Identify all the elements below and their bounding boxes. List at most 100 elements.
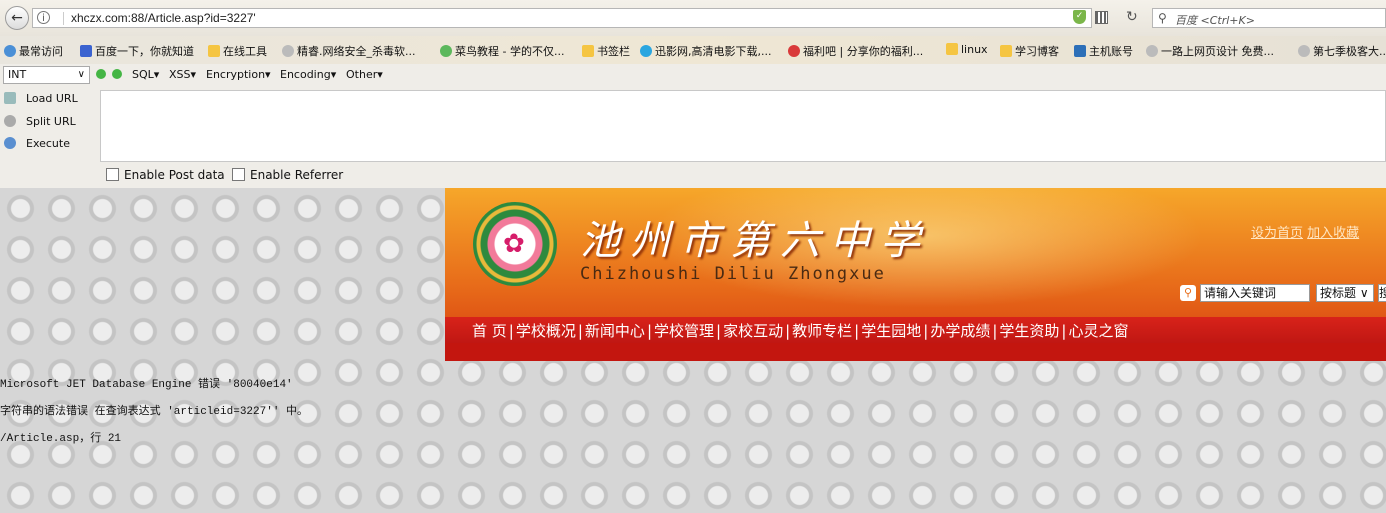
nav-separator: | xyxy=(854,322,860,340)
qr-code-icon[interactable] xyxy=(1095,11,1108,24)
execute-button[interactable]: Execute xyxy=(4,137,70,150)
nav-items: 首 页 | 学校概况 | 新闻中心 | 学校管理 | 家校互动 | 教师专栏 | 学生园地 | 办学成绩 | 学… xyxy=(472,320,1128,341)
flower-icon: ✿ xyxy=(503,229,525,259)
bookmark-label: 百度一下，你就知道 xyxy=(95,45,194,58)
bookmark-folder[interactable]: 书签栏 xyxy=(582,43,630,59)
info-icon[interactable]: i xyxy=(37,11,50,24)
sql-menu[interactable]: SQL▾ xyxy=(132,68,159,81)
url-text[interactable]: xhczx.com:88/Article.asp?id=3227' xyxy=(71,11,256,25)
site-search-input[interactable]: 请输入关键词 xyxy=(1200,284,1310,302)
nav-separator: | xyxy=(1061,322,1067,340)
nav-item[interactable]: 首 页 xyxy=(472,322,507,340)
bookmark-item[interactable]: 福利吧 | 分享你的福利... xyxy=(788,43,923,59)
plus-icon[interactable] xyxy=(112,69,122,79)
bookmark-label: 学习博客 xyxy=(1015,45,1059,58)
runoob-icon xyxy=(440,45,452,57)
search-placeholder[interactable]: 百度 <Ctrl+K> xyxy=(1175,12,1255,28)
folder-icon xyxy=(208,45,220,57)
url-divider xyxy=(63,12,64,25)
address-bar[interactable]: i xhczx.com:88/Article.asp?id=3227' xyxy=(32,8,1092,28)
mode-value: INT xyxy=(8,68,27,81)
shield-icon[interactable]: ✓ xyxy=(1073,10,1086,24)
execute-label: Execute xyxy=(26,137,70,150)
bookmark-item[interactable]: 精睿.网络安全_杀毒软... xyxy=(282,43,416,59)
bookmark-label: 最常访问 xyxy=(19,45,63,58)
nav-item[interactable]: 学校管理 xyxy=(654,322,714,340)
nav-bottom-strip xyxy=(445,343,1386,361)
school-name: 池州市第六中学 xyxy=(580,218,930,264)
mode-select[interactable]: INT ∨ xyxy=(3,66,90,84)
nav-separator: | xyxy=(508,322,514,340)
folder-icon xyxy=(582,45,594,57)
encoding-menu[interactable]: Encoding▾ xyxy=(280,68,336,81)
search-mode-select[interactable]: 按标题 ∨ xyxy=(1316,284,1374,302)
nav-separator: | xyxy=(923,322,929,340)
bookmark-icon xyxy=(4,45,16,57)
minus-icon[interactable] xyxy=(96,69,106,79)
nav-item[interactable]: 新闻中心 xyxy=(585,322,645,340)
bookmark-item[interactable]: 第七季极客大... xyxy=(1298,43,1386,59)
site-search-button[interactable]: 搜 xyxy=(1378,284,1386,302)
reload-button[interactable]: ↻ xyxy=(1126,9,1138,25)
encryption-menu[interactable]: Encryption▾ xyxy=(206,68,271,81)
hackbar-url-textarea[interactable] xyxy=(100,90,1386,162)
split-url-button[interactable]: Split URL xyxy=(4,115,76,128)
folder-icon xyxy=(1000,45,1012,57)
split-url-label: Split URL xyxy=(26,115,76,128)
load-icon xyxy=(4,92,16,104)
play-icon xyxy=(640,45,652,57)
nav-item[interactable]: 心灵之窗 xyxy=(1068,322,1128,340)
bookmark-label: 主机账号 xyxy=(1089,45,1133,58)
school-pinyin: Chizhoushi Diliu Zhongxue xyxy=(580,264,886,284)
top-links: 设为首页 加入收藏 xyxy=(1251,222,1359,241)
bookmark-item[interactable]: 主机账号 xyxy=(1074,43,1133,59)
checkbox-box[interactable] xyxy=(106,168,119,181)
nav-separator: | xyxy=(716,322,722,340)
browser-search-box[interactable]: ⚲ 百度 <Ctrl+K> xyxy=(1152,8,1386,28)
bookmark-item[interactable]: 菜鸟教程 - 学的不仅... xyxy=(440,43,564,59)
load-url-label: Load URL xyxy=(26,92,78,105)
host-icon xyxy=(1074,45,1086,57)
nav-separator: | xyxy=(577,322,583,340)
globe-icon xyxy=(282,45,294,57)
chevron-down-icon: ∨ xyxy=(77,69,85,80)
bookmark-item[interactable]: 一路上网页设计 免费... xyxy=(1146,43,1274,59)
bookmark-folder[interactable]: 在线工具 xyxy=(208,43,267,59)
bookmark-label: 精睿.网络安全_杀毒软... xyxy=(297,45,416,58)
bookmark-item[interactable]: 最常访问 xyxy=(4,43,63,59)
xss-menu[interactable]: XSS▾ xyxy=(169,68,196,81)
nav-item[interactable]: 学校概况 xyxy=(516,322,576,340)
url-toolbar: ← i xhczx.com:88/Article.asp?id=3227' ✓ … xyxy=(0,0,1386,36)
error-line-2: 字符串的语法错误 在查询表达式 'articleid=3227'' 中。 xyxy=(0,406,309,418)
referrer-checkbox[interactable]: Enable Referrer xyxy=(232,168,343,182)
error-message: Microsoft JET Database Engine 错误 '80040e… xyxy=(0,375,308,456)
bookmark-item[interactable]: 迅影网,高清电影下载,... xyxy=(640,43,771,59)
nav-separator: | xyxy=(646,322,652,340)
post-data-checkbox[interactable]: Enable Post data xyxy=(106,168,225,182)
nav-item[interactable]: 家校互动 xyxy=(723,322,783,340)
load-url-button[interactable]: Load URL xyxy=(4,92,78,105)
checkbox-box[interactable] xyxy=(232,168,245,181)
bookmark-label: 迅影网,高清电影下载,... xyxy=(655,45,772,58)
back-button[interactable]: ← xyxy=(5,6,29,30)
bookmark-label: 书签栏 xyxy=(597,45,630,58)
bookmarks-bar: 最常访问 百度一下，你就知道 在线工具 精睿.网络安全_杀毒软... 菜鸟教程 … xyxy=(0,36,1386,64)
nav-item[interactable]: 学生园地 xyxy=(861,322,921,340)
bookmark-label: 在线工具 xyxy=(223,45,267,58)
bookmark-label: linux xyxy=(961,43,988,56)
bookmark-folder[interactable]: linux xyxy=(946,43,988,56)
bookmark-label: 福利吧 | 分享你的福利... xyxy=(803,45,924,58)
bookmark-item[interactable]: 百度一下，你就知道 xyxy=(80,43,194,59)
nav-item[interactable]: 办学成绩 xyxy=(930,322,990,340)
nav-item[interactable]: 教师专栏 xyxy=(792,322,852,340)
hackbar-panel: Load URL Split URL Execute Enable Post d… xyxy=(0,86,1386,188)
baidu-icon xyxy=(80,45,92,57)
error-line-1: Microsoft JET Database Engine 错误 '80040e… xyxy=(0,379,293,391)
bookmark-folder[interactable]: 学习博客 xyxy=(1000,43,1059,59)
flower-icon xyxy=(788,45,800,57)
other-menu[interactable]: Other▾ xyxy=(346,68,383,81)
set-homepage-link[interactable]: 设为首页 xyxy=(1251,226,1303,241)
nav-item[interactable]: 学生资助 xyxy=(999,322,1059,340)
post-data-label: Enable Post data xyxy=(124,168,225,182)
add-favorite-link[interactable]: 加入收藏 xyxy=(1307,226,1359,241)
